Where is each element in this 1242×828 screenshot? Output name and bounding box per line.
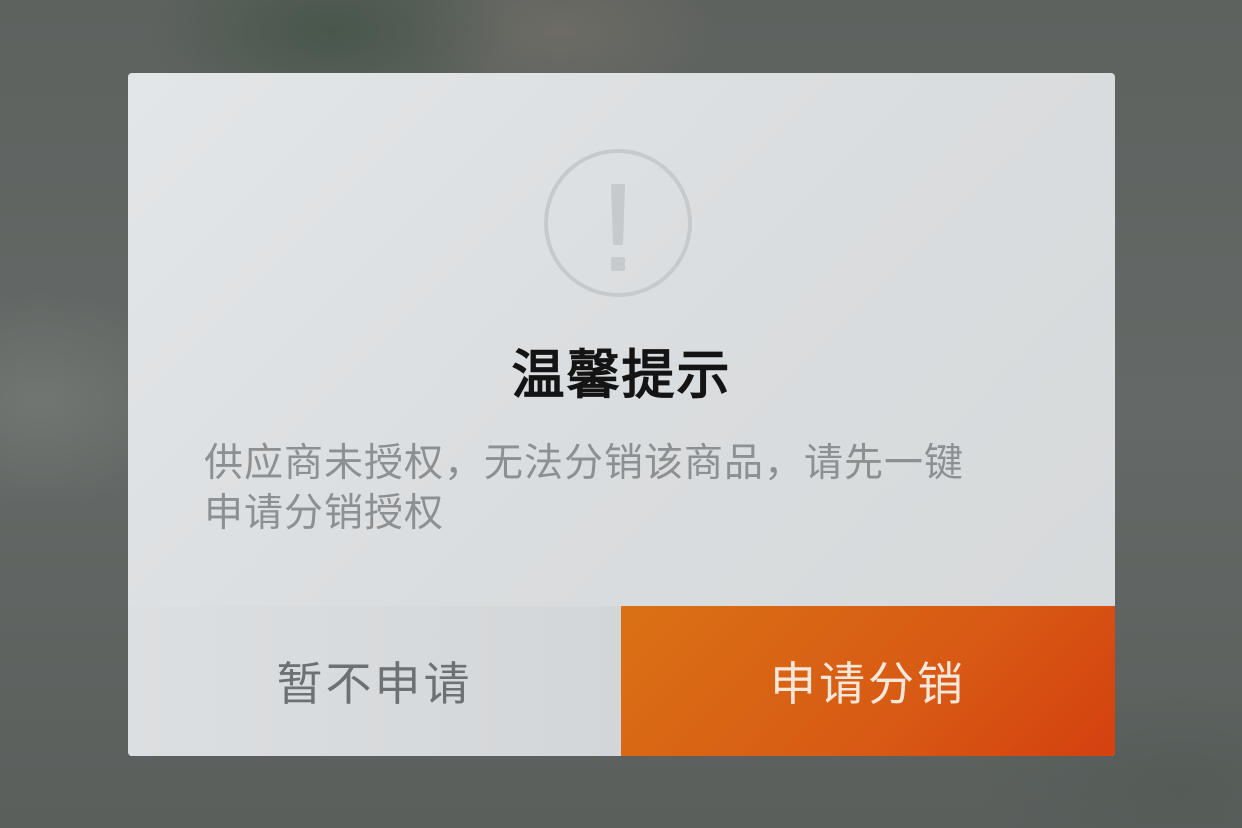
decline-button[interactable]: 暂不申请 [128,606,621,756]
authorization-alert-dialog: 温馨提示 供应商未授权，无法分销该商品，请先一键 申请分销授权 暂不申请 申请分… [128,73,1115,756]
decline-button-label: 暂不申请 [276,657,473,711]
apply-distribution-button[interactable]: 申请分销 [621,606,1115,756]
exclamation-circle-icon [544,149,692,297]
dialog-message: 供应商未授权，无法分销该商品，请先一键 申请分销授权 [204,439,1034,539]
apply-distribution-button-label: 申请分销 [770,657,966,711]
dialog-message-line-2: 申请分销授权 [204,491,445,536]
dialog-title: 温馨提示 [511,345,732,406]
dialog-message-line-1: 供应商未授权，无法分销该商品，请先一键 [204,441,965,486]
